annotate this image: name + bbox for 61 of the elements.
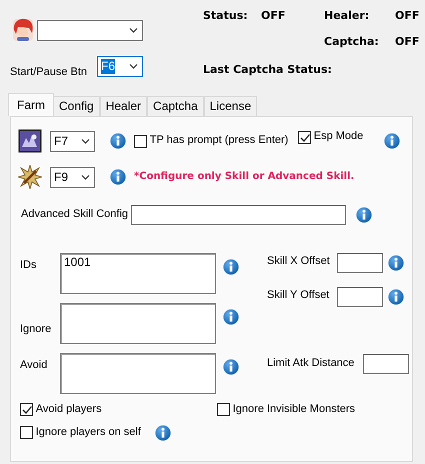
checkbox-label[interactable]: Ignore players on self	[36, 426, 141, 440]
dropdown-caret-icon	[81, 174, 90, 180]
checkbox[interactable]	[20, 426, 33, 440]
skill-icon	[18, 129, 42, 153]
info-icon[interactable]	[223, 309, 239, 325]
warning-text: *Configure only Skill or Advanced Skill.	[134, 170, 354, 184]
tab[interactable]: Healer	[100, 96, 148, 116]
text-area[interactable]: 1001	[60, 253, 216, 294]
checkbox-label[interactable]: Esp Mode	[314, 130, 364, 144]
info-icon[interactable]	[110, 133, 126, 149]
field-label: Advanced Skill Config	[21, 208, 130, 222]
status-label: Status:	[203, 9, 249, 23]
field-label: Ignore	[20, 323, 52, 337]
hotkey-dropdown[interactable]: F7	[50, 130, 95, 152]
info-icon[interactable]	[110, 169, 126, 185]
avatar-icon	[12, 18, 34, 42]
status-label: Healer:	[324, 9, 370, 23]
text-field[interactable]	[363, 354, 409, 374]
tab[interactable]: Captcha	[147, 96, 204, 116]
status-value: OFF	[395, 34, 420, 48]
checkbox[interactable]	[20, 403, 33, 416]
info-icon[interactable]	[356, 207, 372, 223]
text-field[interactable]	[131, 205, 346, 225]
checkbox[interactable]	[217, 403, 230, 416]
status-label: Last Captcha Status:	[203, 62, 333, 76]
checkbox-label[interactable]: TP has prompt (press Enter)	[150, 134, 288, 148]
info-icon[interactable]	[154, 424, 171, 441]
check-icon	[299, 132, 310, 142]
checkbox[interactable]	[298, 130, 311, 144]
field-label: IDs	[20, 259, 38, 273]
info-icon[interactable]	[223, 259, 239, 275]
checkbox[interactable]	[134, 134, 147, 148]
text-area[interactable]	[60, 303, 216, 344]
dropdown-caret-icon	[129, 26, 138, 34]
dropdown-caret-icon	[129, 63, 138, 70]
tab[interactable]: Config	[53, 96, 100, 116]
profile-dropdown[interactable]	[37, 20, 143, 40]
text-area[interactable]	[60, 353, 216, 394]
info-icon[interactable]	[384, 133, 400, 149]
checkbox-label[interactable]: Ignore Invisible Monsters	[232, 403, 356, 417]
hotkey-dropdown[interactable]: F6	[97, 56, 143, 78]
check-icon	[21, 404, 32, 416]
info-icon[interactable]	[223, 359, 239, 375]
text-field[interactable]	[337, 287, 383, 307]
checkbox-label[interactable]: Avoid players	[36, 403, 102, 417]
info-icon[interactable]	[388, 255, 404, 271]
status-value: OFF	[261, 9, 286, 23]
status-label: Captcha:	[324, 34, 380, 48]
tab[interactable]: License	[204, 96, 258, 116]
field-label: Skill X Offset	[267, 255, 331, 269]
dropdown-caret-icon	[81, 138, 90, 144]
status-value: OFF	[395, 9, 420, 23]
field-label: Skill Y Offset	[267, 289, 330, 303]
field-label: Avoid	[20, 359, 48, 373]
spiky-skill-icon	[18, 165, 42, 189]
field-label: Start/Pause Btn	[10, 66, 88, 80]
tab[interactable]: Farm	[8, 93, 54, 116]
text-field[interactable]	[337, 253, 383, 273]
hotkey-dropdown[interactable]: F9	[50, 166, 95, 188]
field-label: Limit Atk Distance	[267, 357, 356, 371]
info-icon[interactable]	[388, 289, 404, 305]
